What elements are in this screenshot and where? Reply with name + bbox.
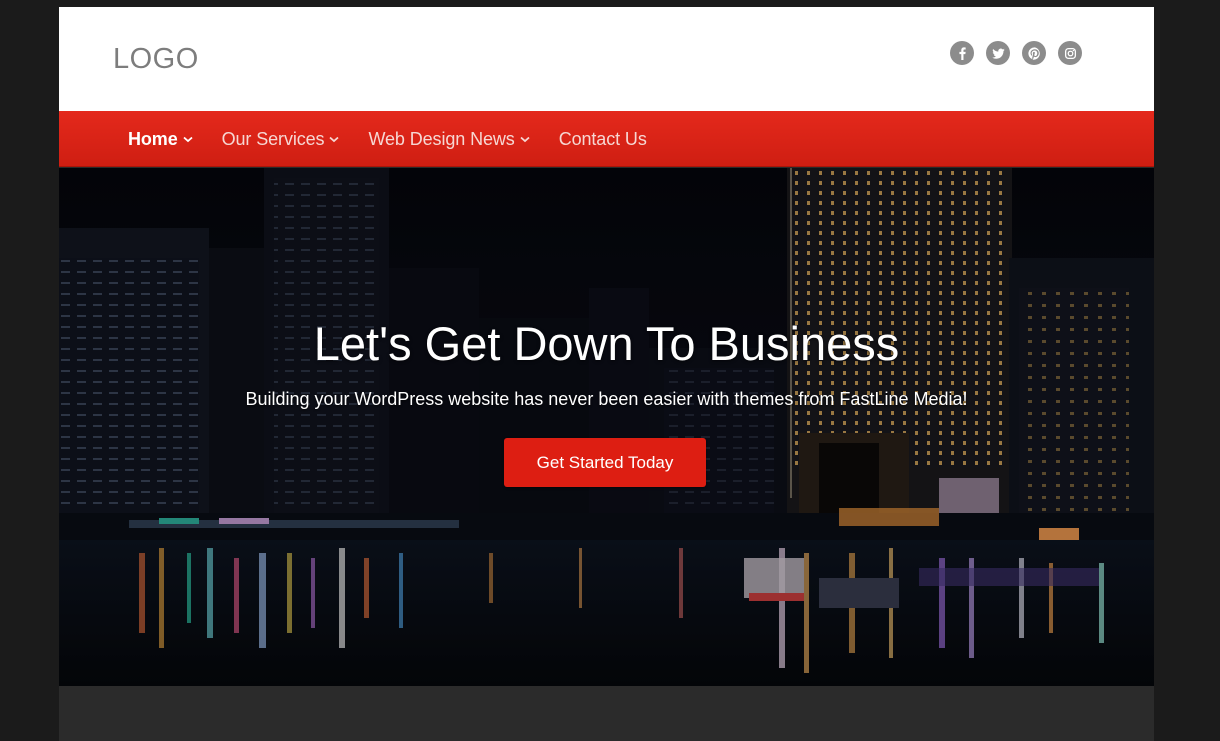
pinterest-icon[interactable]: [1022, 41, 1046, 65]
chevron-down-icon: [183, 136, 193, 142]
nav-item-our-services[interactable]: Our Services: [222, 129, 340, 150]
site-page: LOGO Home Our Services Web Design News C…: [59, 7, 1154, 741]
chevron-down-icon: [520, 136, 530, 142]
nav-item-home[interactable]: Home: [128, 129, 193, 150]
twitter-icon[interactable]: [986, 41, 1010, 65]
hero-subtitle: Building your WordPress website has neve…: [245, 389, 968, 409]
site-logo[interactable]: LOGO: [113, 43, 199, 76]
nav-menu: Home Our Services Web Design News Contac…: [128, 111, 676, 167]
main-nav: Home Our Services Web Design News Contac…: [59, 111, 1154, 167]
nav-item-label: Our Services: [221, 128, 325, 149]
site-header: LOGO: [59, 7, 1154, 111]
hero-background-image: [59, 168, 1154, 686]
content-area: [59, 686, 1154, 741]
nav-item-web-design-news[interactable]: Web Design News: [368, 128, 530, 150]
get-started-button[interactable]: Get Started Today: [504, 438, 706, 487]
social-links: [950, 41, 1082, 65]
facebook-icon[interactable]: [950, 41, 974, 65]
hero-banner: Let's Get Down To Business Building your…: [59, 168, 1154, 686]
instagram-icon[interactable]: [1058, 41, 1082, 65]
nav-item-label: Web Design News: [368, 128, 515, 149]
hero-title: Let's Get Down To Business: [313, 317, 900, 370]
nav-item-contact-us[interactable]: Contact Us: [559, 129, 647, 150]
nav-item-label: Home: [128, 128, 178, 149]
chevron-down-icon: [329, 136, 340, 142]
nav-item-label: Contact Us: [558, 128, 647, 149]
